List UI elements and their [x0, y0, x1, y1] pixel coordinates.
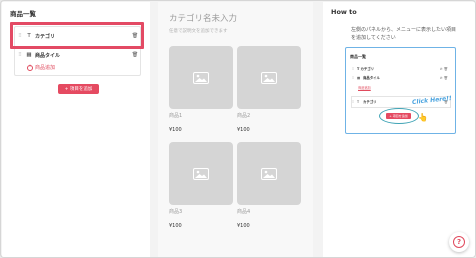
- plus-circle-icon: +: [27, 64, 33, 71]
- howto-instruction: 左側のパネルから、メニューに表示したい項目を追加してください: [351, 27, 457, 41]
- illustration-add-link: 商品追加: [358, 86, 371, 90]
- howto-illustration: 商品一覧 ⠿ T カテゴリ ⊘ 🗑 ⠿ ▦ 商品タイル ⊘ 🗑 商品追加 ⠿ T…: [345, 47, 456, 134]
- illustration-title: 商品一覧: [350, 54, 366, 59]
- product-price: ¥100: [237, 223, 250, 229]
- product-card[interactable]: 商品3 ¥100: [169, 142, 233, 229]
- product-name: 商品4: [237, 209, 251, 215]
- app-frame: 商品一覧 ⠿ T カテゴリ 🗑 ⠿ ▦ 商品タイル 🗑 + 商品追加 + 項目を…: [0, 0, 476, 258]
- image-placeholder-icon: [237, 142, 301, 205]
- image-placeholder-icon: [237, 46, 301, 109]
- add-section-button[interactable]: + 項目を追加: [58, 84, 99, 94]
- trash-icon[interactable]: 🗑: [130, 52, 140, 58]
- illustration-add-button: + 項目を追加: [386, 113, 411, 119]
- product-name: 商品2: [237, 113, 251, 119]
- add-product-link[interactable]: + 商品追加: [27, 64, 55, 71]
- product-tile-row[interactable]: ⠿ ▦ 商品タイル 🗑: [15, 49, 140, 61]
- tile-icon: ▦: [26, 52, 32, 58]
- product-tile-label: 商品タイル: [35, 52, 61, 59]
- illustration-category-row: ⠿ T カテゴリ ⊘ 🗑: [352, 65, 448, 72]
- image-placeholder-icon: [169, 142, 233, 205]
- product-card[interactable]: 商品4 ¥100: [237, 142, 301, 229]
- row-actions-icon: ⊘ 🗑: [439, 75, 448, 80]
- illustration-tile-row: ⠿ ▦ 商品タイル ⊘ 🗑: [352, 74, 448, 81]
- category-highlight-box: [10, 22, 144, 49]
- product-card[interactable]: 商品1 ¥100: [169, 46, 233, 133]
- add-product-label: 商品追加: [35, 65, 56, 71]
- howto-panel: How to 左側のパネルから、メニューに表示したい項目を追加してください 商品…: [323, 2, 475, 257]
- illustration-row-label: 商品タイル: [363, 76, 380, 80]
- row-actions-icon: ⊘ 🗑: [439, 66, 448, 71]
- product-price: ¥100: [169, 127, 182, 133]
- drag-handle-icon[interactable]: ⠿: [15, 52, 25, 58]
- pointing-hand-icon: 👆: [418, 113, 428, 122]
- product-price: ¥100: [169, 223, 182, 229]
- illustration-row-label: T カテゴリ: [357, 67, 375, 71]
- preview-panel: カテゴリ名未入力 任意で説明文を追加できます 商品1 ¥100 商品2 ¥100…: [158, 2, 313, 257]
- category-title: カテゴリ名未入力: [169, 14, 238, 24]
- image-placeholder-icon: [169, 46, 233, 109]
- product-name: 商品1: [169, 113, 183, 119]
- question-icon: ?: [453, 236, 465, 248]
- category-description: 任意で説明文を追加できます: [169, 29, 228, 34]
- howto-title: How to: [331, 8, 357, 16]
- product-name: 商品3: [169, 209, 183, 215]
- product-card[interactable]: 商品2 ¥100: [237, 46, 301, 133]
- product-price: ¥100: [237, 127, 250, 133]
- product-list-panel: 商品一覧 ⠿ T カテゴリ 🗑 ⠿ ▦ 商品タイル 🗑 + 商品追加 + 項目を…: [2, 2, 150, 257]
- panel-title: 商品一覧: [10, 10, 36, 18]
- help-button[interactable]: ?: [449, 232, 469, 252]
